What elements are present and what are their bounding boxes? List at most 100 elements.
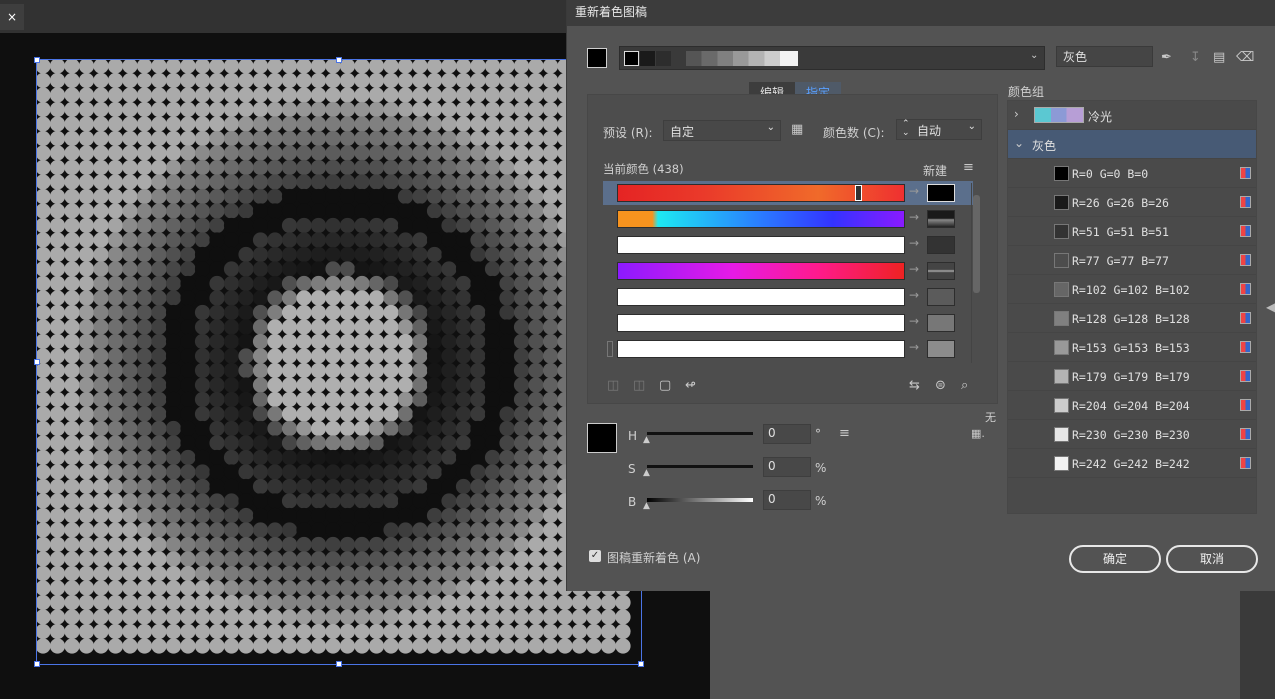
rows-scrollbar[interactable] xyxy=(971,183,981,363)
current-color-bar xyxy=(617,288,905,306)
new-color-swatch[interactable] xyxy=(927,210,955,228)
arrow-right-icon[interactable]: → xyxy=(909,236,923,250)
new-color-swatch[interactable] xyxy=(927,340,955,358)
gray-color-row[interactable]: R=51 G=51 B=51 xyxy=(1008,217,1256,246)
h-slider[interactable] xyxy=(647,432,753,435)
recolor-checkbox[interactable]: ✓ xyxy=(589,550,601,562)
gray-color-swatch xyxy=(1054,456,1069,471)
selection-handle-bottom-left[interactable] xyxy=(34,661,40,667)
exclude-colors-icon[interactable]: ▢ xyxy=(659,378,671,393)
close-tab-button[interactable]: × xyxy=(0,4,24,30)
separate-colors-icon[interactable]: ◫ xyxy=(633,378,645,393)
gray-color-row[interactable]: R=153 G=153 B=153 xyxy=(1008,333,1256,362)
selection-handle-top-left[interactable] xyxy=(34,57,40,63)
color-mode-menu-icon[interactable]: ≡ xyxy=(839,426,850,441)
menu-icon[interactable]: ≡ xyxy=(963,160,974,175)
preset-options-icon[interactable]: ▦ xyxy=(791,122,803,137)
strip-swatch xyxy=(640,51,655,66)
dialog-title: 重新着色图稿 xyxy=(567,0,1275,26)
group-cool-swatches xyxy=(1034,107,1084,123)
gray-color-row[interactable]: R=26 G=26 B=26 xyxy=(1008,188,1256,217)
randomize-order-icon[interactable]: ⇆ xyxy=(909,378,920,393)
color-name-field[interactable]: 灰色 xyxy=(1056,46,1153,67)
color-row[interactable]: → xyxy=(603,337,973,361)
h-input[interactable]: 0 xyxy=(763,424,811,444)
gray-color-swatch xyxy=(1054,195,1069,210)
selection-frame[interactable] xyxy=(34,57,644,667)
merge-colors-icon[interactable]: ◫ xyxy=(607,378,619,393)
bar-marker[interactable] xyxy=(855,185,862,201)
b-input[interactable]: 0 xyxy=(763,490,811,510)
current-color-bar xyxy=(617,236,905,254)
chevron-right-icon[interactable]: › xyxy=(1014,107,1019,121)
trash-icon[interactable]: ⌫ xyxy=(1236,50,1254,65)
selection-handle-top[interactable] xyxy=(336,57,342,63)
new-color-swatch[interactable] xyxy=(927,236,955,254)
s-slider-thumb[interactable]: ▲ xyxy=(643,468,650,478)
h-slider-thumb[interactable]: ▲ xyxy=(643,435,650,445)
gray-color-row[interactable]: R=77 G=77 B=77 xyxy=(1008,246,1256,275)
chevron-down-icon[interactable]: ⌄ xyxy=(1014,136,1024,150)
color-row[interactable]: → xyxy=(603,233,973,257)
b-slider[interactable] xyxy=(647,498,753,502)
panel-collapse-icon[interactable]: ◀ xyxy=(1266,300,1275,314)
color-library-icon[interactable]: ▦. xyxy=(971,427,985,440)
gray-color-row[interactable]: R=230 G=230 B=230 xyxy=(1008,420,1256,449)
gray-color-row[interactable]: R=128 G=128 B=128 xyxy=(1008,304,1256,333)
new-color-swatch[interactable] xyxy=(927,314,955,332)
color-strip[interactable]: ⌄ xyxy=(619,46,1045,70)
selection-handle-left[interactable] xyxy=(34,359,40,365)
color-row[interactable]: → xyxy=(603,259,973,283)
preset-label: 预设 (R): xyxy=(603,126,653,140)
color-row[interactable]: → xyxy=(603,207,973,231)
s-input[interactable]: 0 xyxy=(763,457,811,477)
current-swatch[interactable] xyxy=(587,48,607,68)
arrow-right-icon[interactable]: → xyxy=(909,184,923,198)
randomize-saturation-icon[interactable]: ⊜ xyxy=(935,378,946,393)
arrow-right-icon[interactable]: → xyxy=(909,288,923,302)
gray-color-row[interactable]: R=242 G=242 B=242 xyxy=(1008,449,1256,478)
new-color-swatch[interactable] xyxy=(927,288,955,306)
preset-dropdown[interactable]: 自定 ⌄ xyxy=(663,120,781,141)
save-group-icon[interactable]: ↧ xyxy=(1190,50,1201,65)
none-label: 无 xyxy=(985,411,996,424)
color-row[interactable]: → xyxy=(603,311,973,335)
find-color-icon[interactable]: ⌕ xyxy=(961,378,968,393)
selection-handle-bottom-right[interactable] xyxy=(638,661,644,667)
gray-color-row[interactable]: R=179 G=179 B=179 xyxy=(1008,362,1256,391)
gray-color-row[interactable]: R=102 G=102 B=102 xyxy=(1008,275,1256,304)
gray-color-label: R=179 G=179 B=179 xyxy=(1072,370,1190,384)
group-cool-label: 冷光 xyxy=(1088,110,1113,124)
gray-color-swatch xyxy=(1054,311,1069,326)
new-color-swatch[interactable] xyxy=(927,184,955,202)
eyedropper-icon[interactable]: ✒ xyxy=(1161,50,1172,65)
gray-color-row[interactable]: R=0 G=0 B=0 xyxy=(1008,159,1256,188)
selected-color-swatch[interactable] xyxy=(587,423,617,453)
arrow-right-icon[interactable]: → xyxy=(909,314,923,328)
gray-color-row[interactable]: R=204 G=204 B=204 xyxy=(1008,391,1256,420)
stepper-icon[interactable]: ⌃ ⌄ xyxy=(902,120,910,138)
ok-button[interactable]: 确定 xyxy=(1069,545,1161,573)
arrow-right-icon[interactable]: → xyxy=(909,262,923,276)
current-color-bar xyxy=(617,340,905,358)
b-unit: % xyxy=(815,494,827,508)
s-slider[interactable] xyxy=(647,465,753,468)
arrow-right-icon[interactable]: → xyxy=(909,340,923,354)
scrollbar-thumb[interactable] xyxy=(973,195,980,293)
color-count-dropdown[interactable]: ⌃ ⌄ 自动 ⌄ xyxy=(896,119,982,140)
gray-color-label: R=230 G=230 B=230 xyxy=(1072,428,1190,442)
b-slider-thumb[interactable]: ▲ xyxy=(643,501,650,511)
cancel-button[interactable]: 取消 xyxy=(1166,545,1258,573)
group-cool[interactable]: › 冷光 xyxy=(1008,101,1256,130)
new-color-swatch[interactable] xyxy=(927,262,955,280)
row-grip-icon[interactable] xyxy=(607,341,613,357)
arrow-right-icon[interactable]: → xyxy=(909,210,923,224)
color-row[interactable]: → xyxy=(603,181,973,205)
gray-color-label: R=204 G=204 B=204 xyxy=(1072,399,1190,413)
chevron-down-icon[interactable]: ⌄ xyxy=(1030,50,1038,61)
new-row-icon[interactable]: ↫ xyxy=(685,378,696,393)
group-gray[interactable]: ⌄ 灰色 xyxy=(1008,130,1256,159)
color-row[interactable]: → xyxy=(603,285,973,309)
folder-icon[interactable]: ▤ xyxy=(1213,50,1225,65)
selection-handle-bottom[interactable] xyxy=(336,661,342,667)
